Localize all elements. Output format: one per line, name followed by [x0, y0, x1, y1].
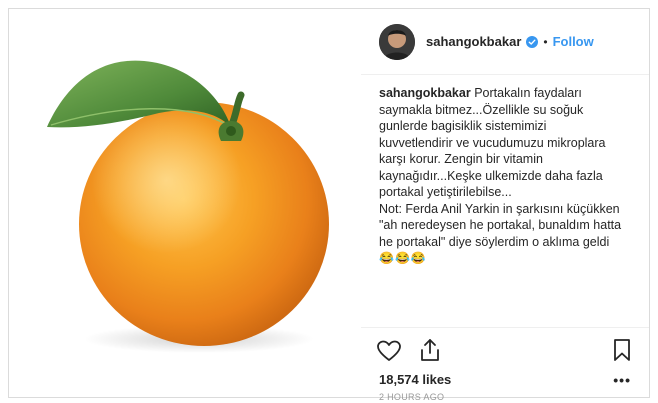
more-options-icon[interactable]: •••: [613, 372, 631, 388]
post-header: sahangokbakar • Follow: [361, 9, 649, 75]
share-icon[interactable]: [419, 338, 441, 362]
heart-icon[interactable]: [377, 340, 401, 362]
caption-username[interactable]: sahangokbakar: [379, 86, 471, 100]
orange-image: [47, 60, 329, 353]
separator-dot: •: [543, 34, 548, 49]
follow-button[interactable]: Follow: [553, 34, 594, 49]
caption-line: "ah neredeysen he portakal, bunaldım hat…: [379, 218, 622, 232]
avatar[interactable]: [379, 23, 415, 60]
username[interactable]: sahangokbakar: [426, 34, 521, 49]
verified-badge-icon: [526, 35, 539, 48]
caption-line: gunlerde bagisiklik sistemimizi: [379, 119, 547, 133]
bookmark-icon[interactable]: [613, 338, 631, 362]
instagram-post: sahangokbakar • Follow sahangokbakar Por…: [8, 8, 650, 402]
caption-line: saymakla bitmez...Özellikle su soğuk: [379, 102, 584, 117]
post-actions: 18,574 likes ••• 2 HOURS AGO: [361, 327, 649, 402]
caption-line: he portakal" diye söylerdim o aklıma gel…: [379, 234, 610, 249]
caption-line: kaynağıdır...Keşke ulkemizde daha fazla: [379, 168, 603, 183]
post-sidebar: sahangokbakar • Follow sahangokbakar Por…: [361, 9, 649, 402]
likes-count[interactable]: 18,574 likes: [379, 372, 451, 387]
caption-line: kuvvetlendirir ve vucudumuzu mikroplara: [379, 135, 606, 150]
post-image[interactable]: [9, 9, 361, 397]
caption-line: sahangokbakar Portakalın faydaları: [379, 86, 582, 100]
caption-emojis: 😂😂😂: [379, 251, 427, 265]
caption-line: karşı korur. Zengin bir vitamin: [379, 152, 543, 166]
caption-line: portakal yetiştirilebilse...: [379, 185, 512, 199]
post-timestamp[interactable]: 2 HOURS AGO: [379, 392, 444, 402]
caption-line: Not: Ferda Anil Yarkin in şarkısını küçü…: [379, 201, 620, 216]
caption: sahangokbakar Portakalın faydaları sayma…: [379, 85, 641, 267]
